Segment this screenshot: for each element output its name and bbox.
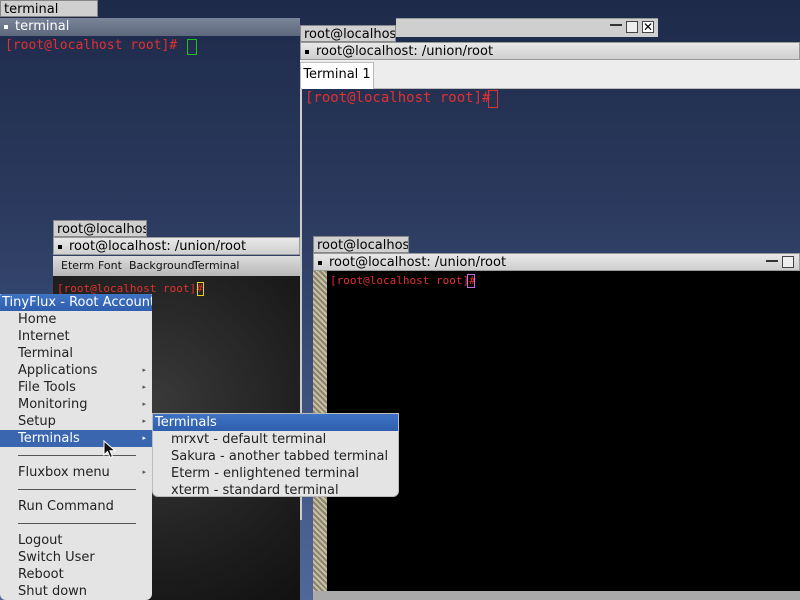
- menu-item-terminal[interactable]: Terminal: [0, 345, 152, 362]
- menu-item-applications[interactable]: Applications ▸: [0, 362, 152, 379]
- sakura-cursor: [488, 90, 498, 108]
- eterm-menu-font[interactable]: Font: [98, 256, 122, 276]
- close-icon[interactable]: ✕: [642, 21, 654, 33]
- minimize-icon[interactable]: [610, 23, 622, 26]
- window-menu-dot-icon[interactable]: [305, 49, 309, 54]
- mouse-pointer-icon: [103, 440, 117, 459]
- submenu-arrow-icon: ▸: [142, 366, 146, 374]
- menu-item-run-command[interactable]: Run Command: [0, 498, 152, 515]
- submenu-arrow-icon: ▸: [142, 417, 146, 425]
- window-menu-dot-icon[interactable]: [4, 24, 8, 29]
- window-menu-dot-icon[interactable]: [318, 260, 322, 265]
- terminal-cursor: [187, 39, 197, 55]
- menu-item-home[interactable]: Home: [0, 311, 152, 328]
- sakura-tabbar-strip: ✕: [396, 18, 658, 37]
- menu-item-monitoring[interactable]: Monitoring ▸: [0, 396, 152, 413]
- sakura-prompt: [root@localhost root]#: [305, 90, 491, 106]
- terminal-window-title: terminal: [15, 19, 70, 34]
- menu-item-label: Monitoring: [18, 397, 88, 412]
- eterm-title: root@localhost: /union/root: [69, 239, 247, 254]
- terminals-submenu: Terminals mrxvt - default terminal Sakur…: [152, 413, 399, 499]
- root-menu-title: TinyFlux - Root Account: [0, 294, 152, 311]
- menu-item-shut-down[interactable]: Shut down: [0, 583, 152, 600]
- menu-item-logout[interactable]: Logout: [0, 532, 152, 549]
- mrxvt-titlebar[interactable]: root@localhost: /union/root: [313, 253, 800, 271]
- window-menu-dot-icon[interactable]: [58, 244, 62, 249]
- submenu-arrow-icon: ▸: [142, 434, 146, 442]
- mrxvt-cursor: [467, 274, 475, 288]
- menu-item-file-tools[interactable]: File Tools ▸: [0, 379, 152, 396]
- eterm-titlebar[interactable]: root@localhost: /union/root: [53, 237, 300, 255]
- mrxvt-title: root@localhost: /union/root: [329, 255, 507, 270]
- menu-item-terminals[interactable]: Terminals ▸: [0, 430, 152, 447]
- menu-item-label: File Tools: [18, 380, 76, 395]
- submenu-arrow-icon: ▸: [142, 383, 146, 391]
- tab-terminal-1[interactable]: Terminal 1: [300, 62, 374, 89]
- submenu-item-xterm[interactable]: xterm - standard terminal: [153, 482, 398, 499]
- menu-item-switch-user[interactable]: Switch User: [0, 549, 152, 566]
- menu-item-internet[interactable]: Internet: [0, 328, 152, 345]
- submenu-item-mrxvt[interactable]: mrxvt - default terminal: [153, 431, 398, 448]
- eterm-menu-eterm[interactable]: Eterm: [61, 256, 94, 276]
- sakura-title: root@localhost: /union/root: [316, 44, 494, 59]
- eterm-menu-background[interactable]: Background: [129, 256, 195, 276]
- terminals-submenu-title: Terminals: [153, 414, 398, 431]
- mrxvt-prompt: [root@localhost root]#: [330, 274, 476, 287]
- terminal-window-body[interactable]: [root@localhost root]#: [0, 36, 300, 56]
- sakura-titlebar[interactable]: root@localhost: /union/root: [300, 42, 800, 60]
- submenu-arrow-icon: ▸: [142, 468, 146, 476]
- root-menu: TinyFlux - Root Account Home Internet Te…: [0, 294, 152, 600]
- menu-separator: [0, 515, 152, 532]
- maximize-icon[interactable]: [782, 256, 794, 268]
- menu-separator: [0, 481, 152, 498]
- window-tab-eterm[interactable]: root@localhos: [53, 220, 147, 237]
- terminal-prompt: [root@localhost root]#: [5, 38, 178, 53]
- eterm-menubar: Eterm Font Background Terminal: [53, 256, 300, 276]
- mrxvt-bottom-frame: [313, 591, 800, 600]
- menu-item-label: Fluxbox menu: [18, 465, 110, 480]
- menu-item-setup[interactable]: Setup ▸: [0, 413, 152, 430]
- menu-item-fluxbox-menu[interactable]: Fluxbox menu ▸: [0, 464, 152, 481]
- menu-separator: [0, 447, 152, 464]
- window-tab-terminal[interactable]: terminal: [0, 0, 98, 17]
- sakura-tabbar: Terminal 1: [300, 60, 800, 89]
- submenu-item-eterm[interactable]: Eterm - enlightened terminal: [153, 465, 398, 482]
- submenu-item-sakura[interactable]: Sakura - another tabbed terminal: [153, 448, 398, 465]
- minimize-icon[interactable]: [766, 259, 778, 262]
- menu-item-label: Terminals: [18, 431, 80, 446]
- eterm-menu-terminal[interactable]: Terminal: [193, 256, 240, 276]
- window-tab-sakura[interactable]: root@localhos: [300, 25, 396, 42]
- eterm-cursor: [197, 282, 204, 296]
- submenu-arrow-icon: ▸: [142, 400, 146, 408]
- menu-item-label: Setup: [18, 414, 56, 429]
- terminal-window-titlebar[interactable]: terminal: [0, 18, 300, 36]
- menu-item-reboot[interactable]: Reboot: [0, 566, 152, 583]
- maximize-icon[interactable]: [626, 21, 638, 33]
- menu-item-label: Applications: [18, 363, 98, 378]
- window-tab-mrxvt[interactable]: root@localhos: [313, 236, 409, 253]
